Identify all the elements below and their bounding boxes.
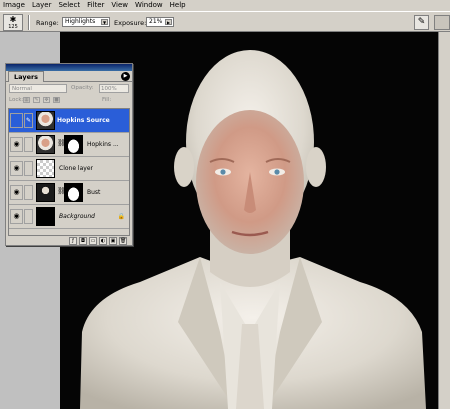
chevron-down-icon: ▼ <box>101 19 108 25</box>
layer-row[interactable]: ◉ Background 🔒 <box>9 205 129 229</box>
layer-thumbnail <box>36 111 55 130</box>
exposure-value: 21% <box>149 18 163 25</box>
exposure-label: Exposure: <box>114 19 147 27</box>
options-bar: ✱ 125 Range: Highlights ▼ Exposure: 21% … <box>0 11 450 32</box>
menu-window[interactable]: Window <box>135 0 163 11</box>
palette-menu-icon[interactable]: ▶ <box>121 72 130 81</box>
brush-preset-picker[interactable]: ✱ 125 <box>3 14 23 31</box>
range-label: Range: <box>36 19 59 27</box>
palette-well[interactable] <box>434 15 450 30</box>
blend-opacity-row: Normal Opacity: 100% <box>6 82 132 95</box>
visibility-toggle[interactable] <box>10 113 23 128</box>
brush-tip-icon: ✱ <box>9 15 17 24</box>
fill-label: Fill: <box>102 97 112 103</box>
lock-label: Lock: <box>9 97 24 103</box>
opacity-label: Opacity: <box>71 85 94 91</box>
layer-mask-thumbnail[interactable] <box>64 135 83 154</box>
opacity-field[interactable]: 100% <box>99 84 129 93</box>
lock-all-icon[interactable]: ■ <box>53 97 60 103</box>
palette-bottom-bar: ƒ ◘ ▭ ◐ ▣ 🗑 <box>8 236 130 246</box>
vertical-scrollbar[interactable] <box>438 32 450 409</box>
layer-name: Background <box>59 213 95 220</box>
layer-name: Clone layer <box>59 165 93 172</box>
lock-fill-row: Lock: ▦ ✎ ✥ ■ Fill: <box>6 95 132 105</box>
eye-icon[interactable]: ◉ <box>10 209 23 224</box>
menu-image[interactable]: Image <box>3 0 25 11</box>
adjustment-layer-icon[interactable]: ◐ <box>99 237 107 245</box>
palette-tabs: Layers ▶ <box>6 71 132 82</box>
layer-row[interactable]: ◉ ⛓ Hopkins ... <box>9 133 129 157</box>
active-brush-icon: ✎ <box>24 113 33 128</box>
airbrush-icon[interactable]: ✎ <box>414 15 429 30</box>
eye-icon[interactable]: ◉ <box>10 137 23 152</box>
menu-view[interactable]: View <box>111 0 128 11</box>
eye-icon[interactable]: ◉ <box>10 161 23 176</box>
layer-name: Hopkins ... <box>87 141 119 148</box>
layer-row[interactable]: ✎ Hopkins Source <box>9 109 129 133</box>
link-box[interactable] <box>24 137 33 152</box>
link-box[interactable] <box>24 209 33 224</box>
trash-icon[interactable]: 🗑 <box>119 237 127 245</box>
blend-mode-select[interactable]: Normal <box>9 84 67 93</box>
link-box[interactable] <box>24 185 33 200</box>
layer-name: Bust <box>87 189 101 196</box>
chevron-right-icon: ▶ <box>165 19 172 25</box>
layer-name: Hopkins Source <box>57 117 110 124</box>
options-divider <box>28 15 30 30</box>
layer-style-icon[interactable]: ƒ <box>69 237 77 245</box>
layer-thumbnail <box>36 207 55 226</box>
add-mask-icon[interactable]: ◘ <box>79 237 87 245</box>
layer-thumbnail <box>36 135 55 154</box>
layer-row[interactable]: ◉ ⛓ Bust <box>9 181 129 205</box>
layer-row[interactable]: ◉ Clone layer <box>9 157 129 181</box>
layer-thumbnail <box>36 183 55 202</box>
exposure-field[interactable]: 21% ▶ <box>146 17 174 27</box>
menu-help[interactable]: Help <box>170 0 186 11</box>
layers-palette: Layers ▶ Normal Opacity: 100% Lock: ▦ ✎ … <box>5 63 133 246</box>
lock-icon: 🔒 <box>117 213 125 220</box>
range-select[interactable]: Highlights ▼ <box>62 17 110 27</box>
layer-thumbnail <box>36 159 55 178</box>
eye-icon[interactable]: ◉ <box>10 185 23 200</box>
tab-layers[interactable]: Layers <box>8 71 45 82</box>
menu-filter[interactable]: Filter <box>87 0 104 11</box>
link-box[interactable] <box>24 161 33 176</box>
menu-layer[interactable]: Layer <box>32 0 52 11</box>
menu-bar: Image Layer Select Filter View Window He… <box>0 0 450 11</box>
new-group-icon[interactable]: ▭ <box>89 237 97 245</box>
new-layer-icon[interactable]: ▣ <box>109 237 117 245</box>
menu-select[interactable]: Select <box>58 0 80 11</box>
palette-title-bar[interactable] <box>6 64 132 71</box>
lock-transparency-icon[interactable]: ▦ <box>23 97 30 103</box>
lock-position-icon[interactable]: ✥ <box>43 97 50 103</box>
brush-size-label: 125 <box>8 24 18 30</box>
range-value: Highlights <box>65 18 96 25</box>
layer-mask-thumbnail[interactable] <box>64 183 83 202</box>
layer-list: ✎ Hopkins Source ◉ ⛓ Hopkins ... ◉ Clone… <box>8 108 130 236</box>
lock-image-icon[interactable]: ✎ <box>33 97 40 103</box>
